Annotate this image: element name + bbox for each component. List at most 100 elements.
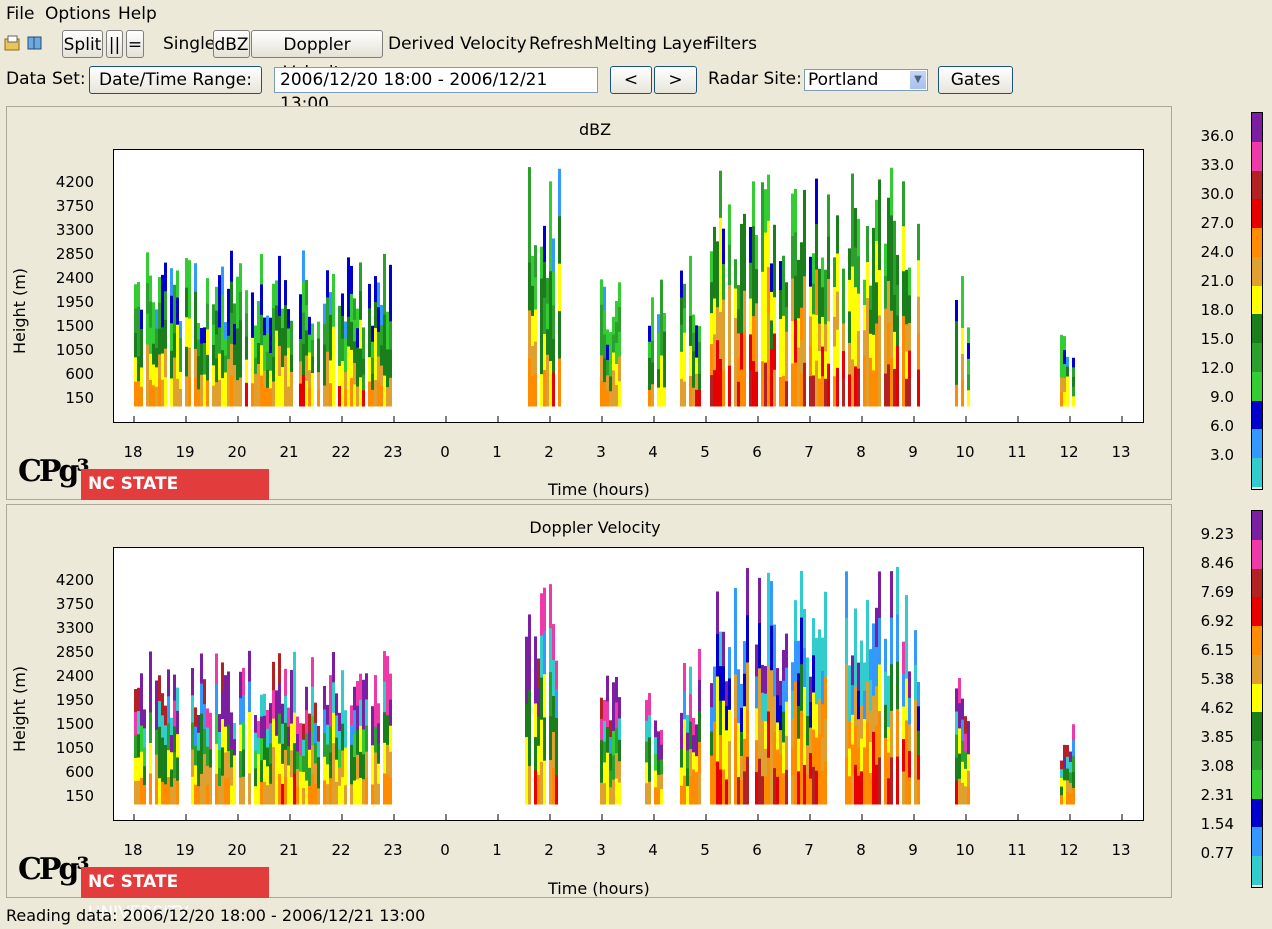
data-cell: [806, 774, 809, 805]
data-cell: [284, 355, 287, 382]
derived-velocity-button[interactable]: Derived Velocity: [388, 32, 527, 56]
data-cell: [377, 282, 380, 308]
data-cell: [272, 332, 275, 358]
data-cell: [695, 724, 698, 741]
data-cell: [149, 681, 152, 713]
data-cell: [353, 384, 356, 407]
data-cell: [1060, 363, 1063, 379]
data-cell: [785, 701, 788, 737]
data-cell: [368, 283, 371, 309]
data-cell: [863, 305, 866, 331]
data-cell: [683, 308, 686, 334]
data-cell: [272, 357, 275, 383]
data-cell: [1066, 366, 1069, 378]
radar-site-select[interactable]: Portland ▼: [804, 69, 928, 91]
refresh-button[interactable]: Refresh: [529, 32, 593, 56]
data-cell: [716, 676, 719, 720]
menu-file[interactable]: File: [6, 4, 34, 24]
data-cell: [606, 727, 609, 754]
data-cell: [362, 374, 365, 391]
data-cell: [719, 735, 722, 771]
split-button[interactable]: Split: [62, 30, 103, 58]
data-cell: [878, 360, 881, 407]
data-cell: [851, 313, 854, 361]
data-cell: [389, 699, 392, 727]
data-cell: [290, 354, 293, 373]
data-cell: [140, 673, 143, 700]
data-cell: [308, 388, 311, 407]
data-cell: [140, 777, 143, 805]
data-cell: [785, 331, 788, 358]
data-cell: [842, 378, 845, 407]
open-file-icon[interactable]: [4, 34, 22, 52]
data-cell: [386, 744, 389, 775]
datetime-range-field[interactable]: 2006/12/20 18:00 - 2006/12/21 13:00: [274, 67, 598, 114]
data-cell: [329, 752, 332, 779]
data-cell: [955, 342, 958, 365]
melting-layer-button[interactable]: Melting Layer: [594, 32, 710, 56]
data-cell: [1072, 740, 1075, 757]
data-cell: [350, 744, 353, 766]
data-cell: [377, 743, 380, 765]
data-cell: [1072, 377, 1075, 388]
data-cell: [689, 749, 692, 778]
data-cell: [890, 215, 893, 264]
x-tick-label: 9: [908, 443, 918, 461]
doppler-velocity-button[interactable]: Doppler Velocity: [251, 30, 383, 83]
single-button[interactable]: Single: [163, 32, 215, 56]
equal-button[interactable]: =: [126, 30, 144, 58]
data-cell: [815, 737, 818, 772]
next-button[interactable]: >: [654, 66, 697, 94]
data-cell: [344, 710, 347, 730]
chevron-down-icon[interactable]: ▼: [910, 71, 926, 89]
data-cell: [740, 683, 743, 709]
data-cell: [386, 685, 389, 716]
data-cell: [857, 331, 860, 370]
data-cell: [221, 350, 224, 379]
data-cell: [176, 378, 179, 407]
prev-button[interactable]: <: [610, 66, 652, 94]
data-cell: [869, 333, 872, 359]
data-cell: [558, 311, 561, 360]
data-cell: [281, 367, 284, 388]
data-cell: [776, 695, 779, 723]
data-cell: [746, 615, 749, 663]
data-cell: [710, 731, 713, 757]
data-cell: [967, 358, 970, 376]
data-cell: [221, 775, 224, 805]
data-cell: [797, 738, 800, 772]
menu-help[interactable]: Help: [118, 4, 157, 24]
data-cell: [305, 305, 308, 331]
data-cell: [800, 570, 803, 619]
data-cell: [245, 290, 248, 314]
doppler-plot[interactable]: [114, 548, 1143, 820]
data-cell: [917, 296, 920, 334]
dbz-button[interactable]: dBZ: [213, 30, 250, 58]
data-cell: [863, 355, 866, 382]
datetime-range-button[interactable]: Date/Time Range:: [89, 66, 262, 94]
data-cell: [902, 674, 905, 708]
data-cell: [961, 782, 964, 805]
parallel-button[interactable]: ||: [106, 30, 123, 58]
data-cell: [824, 591, 827, 635]
data-cell: [722, 666, 725, 702]
data-cell: [218, 786, 221, 805]
data-cell: [179, 338, 182, 356]
data-cell: [389, 377, 392, 407]
data-cell: [149, 275, 152, 303]
data-cell: [800, 373, 803, 407]
data-cell: [917, 333, 920, 371]
menu-options[interactable]: Options: [45, 4, 111, 24]
dbz-plot[interactable]: [114, 150, 1143, 422]
data-cell: [660, 729, 663, 746]
data-cell: [227, 382, 230, 407]
data-cell: [374, 778, 377, 805]
data-cell: [389, 751, 392, 779]
data-cell: [164, 784, 167, 805]
x-tick-label: 22: [331, 841, 351, 859]
data-cell: [137, 734, 140, 759]
gates-button[interactable]: Gates: [938, 66, 1013, 94]
data-cell: [878, 571, 881, 619]
filters-button[interactable]: Filters: [706, 32, 757, 56]
book-icon[interactable]: [26, 34, 44, 52]
